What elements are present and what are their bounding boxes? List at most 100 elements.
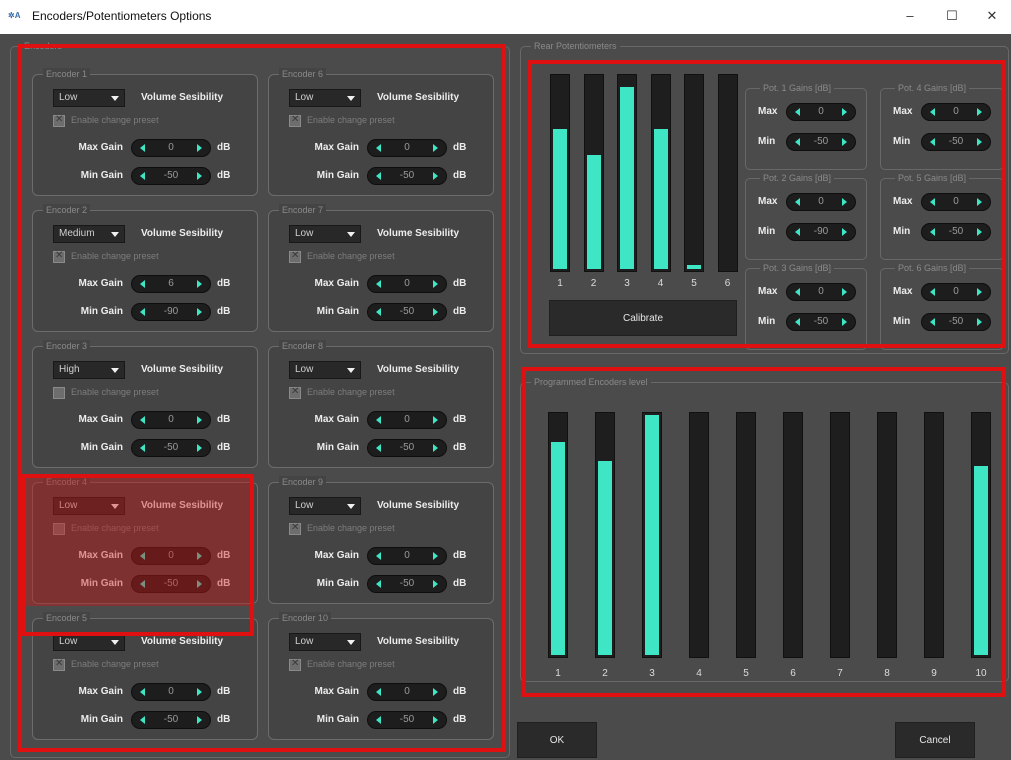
arrow-left-icon[interactable]: [376, 688, 381, 696]
sensitivity-select[interactable]: Low: [289, 89, 361, 107]
arrow-right-icon[interactable]: [433, 444, 438, 452]
max-gain-spinbox[interactable]: 0: [131, 411, 211, 429]
arrow-left-icon[interactable]: [140, 716, 145, 724]
arrow-left-icon[interactable]: [795, 318, 800, 326]
min-gain-spinbox[interactable]: -50: [367, 303, 447, 321]
arrow-right-icon[interactable]: [433, 280, 438, 288]
sensitivity-select[interactable]: High: [53, 361, 125, 379]
min-gain-spinbox[interactable]: -50: [131, 167, 211, 185]
max-gain-spinbox[interactable]: 0: [367, 683, 447, 701]
pot-min-spinbox[interactable]: -50: [921, 223, 991, 241]
arrow-right-icon[interactable]: [842, 108, 847, 116]
max-gain-spinbox[interactable]: 0: [367, 139, 447, 157]
min-gain-spinbox[interactable]: -50: [131, 439, 211, 457]
sensitivity-select[interactable]: Low: [289, 497, 361, 515]
min-gain-spinbox[interactable]: -50: [367, 575, 447, 593]
arrow-left-icon[interactable]: [795, 228, 800, 236]
arrow-left-icon[interactable]: [930, 108, 935, 116]
sensitivity-select[interactable]: Low: [289, 361, 361, 379]
arrow-right-icon[interactable]: [842, 228, 847, 236]
arrow-right-icon[interactable]: [197, 308, 202, 316]
arrow-left-icon[interactable]: [376, 552, 381, 560]
sensitivity-select[interactable]: Low: [289, 225, 361, 243]
max-gain-spinbox[interactable]: 0: [367, 547, 447, 565]
arrow-left-icon[interactable]: [376, 444, 381, 452]
arrow-left-icon[interactable]: [376, 716, 381, 724]
pot-min-spinbox[interactable]: -50: [921, 313, 991, 331]
arrow-right-icon[interactable]: [842, 318, 847, 326]
max-gain-spinbox[interactable]: 0: [131, 547, 211, 565]
enable-change-preset-checkbox[interactable]: [53, 658, 65, 671]
arrow-right-icon[interactable]: [842, 138, 847, 146]
enable-change-preset-checkbox[interactable]: [289, 386, 301, 399]
sensitivity-select[interactable]: Low: [289, 633, 361, 651]
enable-change-preset-checkbox[interactable]: [289, 114, 301, 127]
enable-change-preset-checkbox[interactable]: [53, 387, 65, 399]
arrow-left-icon[interactable]: [376, 416, 381, 424]
arrow-right-icon[interactable]: [197, 688, 202, 696]
arrow-right-icon[interactable]: [433, 144, 438, 152]
arrow-left-icon[interactable]: [140, 580, 145, 588]
arrow-left-icon[interactable]: [376, 144, 381, 152]
arrow-right-icon[interactable]: [433, 580, 438, 588]
arrow-left-icon[interactable]: [795, 198, 800, 206]
close-button[interactable]: ✕: [975, 4, 1009, 28]
arrow-right-icon[interactable]: [433, 308, 438, 316]
arrow-right-icon[interactable]: [433, 552, 438, 560]
arrow-left-icon[interactable]: [140, 688, 145, 696]
pot-max-spinbox[interactable]: 0: [921, 283, 991, 301]
enable-change-preset-checkbox[interactable]: [289, 522, 301, 535]
max-gain-spinbox[interactable]: 0: [367, 275, 447, 293]
arrow-right-icon[interactable]: [977, 198, 982, 206]
arrow-left-icon[interactable]: [795, 288, 800, 296]
enable-change-preset-checkbox[interactable]: [53, 523, 65, 535]
min-gain-spinbox[interactable]: -50: [131, 575, 211, 593]
max-gain-spinbox[interactable]: 0: [131, 139, 211, 157]
arrow-right-icon[interactable]: [433, 416, 438, 424]
arrow-right-icon[interactable]: [197, 580, 202, 588]
pot-max-spinbox[interactable]: 0: [786, 103, 856, 121]
arrow-left-icon[interactable]: [140, 308, 145, 316]
maximize-button[interactable]: ☐: [935, 4, 969, 28]
arrow-left-icon[interactable]: [376, 308, 381, 316]
min-gain-spinbox[interactable]: -50: [367, 711, 447, 729]
arrow-left-icon[interactable]: [376, 172, 381, 180]
arrow-left-icon[interactable]: [140, 552, 145, 560]
arrow-right-icon[interactable]: [977, 138, 982, 146]
arrow-right-icon[interactable]: [842, 288, 847, 296]
arrow-left-icon[interactable]: [140, 144, 145, 152]
pot-min-spinbox[interactable]: -50: [786, 133, 856, 151]
arrow-right-icon[interactable]: [977, 318, 982, 326]
arrow-right-icon[interactable]: [977, 108, 982, 116]
arrow-right-icon[interactable]: [197, 716, 202, 724]
calibrate-button[interactable]: Calibrate: [549, 300, 737, 336]
arrow-left-icon[interactable]: [930, 288, 935, 296]
pot-max-spinbox[interactable]: 0: [921, 103, 991, 121]
arrow-left-icon[interactable]: [140, 280, 145, 288]
arrow-right-icon[interactable]: [433, 716, 438, 724]
arrow-left-icon[interactable]: [795, 108, 800, 116]
arrow-left-icon[interactable]: [930, 228, 935, 236]
arrow-right-icon[interactable]: [842, 198, 847, 206]
enable-change-preset-checkbox[interactable]: [53, 250, 65, 263]
arrow-right-icon[interactable]: [433, 172, 438, 180]
arrow-right-icon[interactable]: [977, 228, 982, 236]
arrow-left-icon[interactable]: [376, 280, 381, 288]
arrow-right-icon[interactable]: [197, 144, 202, 152]
arrow-right-icon[interactable]: [197, 552, 202, 560]
arrow-left-icon[interactable]: [930, 318, 935, 326]
ok-button[interactable]: OK: [517, 722, 597, 758]
sensitivity-select[interactable]: Low: [53, 497, 125, 515]
pot-max-spinbox[interactable]: 0: [786, 283, 856, 301]
arrow-left-icon[interactable]: [930, 138, 935, 146]
pot-max-spinbox[interactable]: 0: [786, 193, 856, 211]
arrow-right-icon[interactable]: [433, 688, 438, 696]
arrow-left-icon[interactable]: [140, 416, 145, 424]
enable-change-preset-checkbox[interactable]: [289, 658, 301, 671]
arrow-right-icon[interactable]: [977, 288, 982, 296]
arrow-left-icon[interactable]: [140, 172, 145, 180]
min-gain-spinbox[interactable]: -50: [367, 439, 447, 457]
arrow-right-icon[interactable]: [197, 416, 202, 424]
pot-max-spinbox[interactable]: 0: [921, 193, 991, 211]
max-gain-spinbox[interactable]: 6: [131, 275, 211, 293]
